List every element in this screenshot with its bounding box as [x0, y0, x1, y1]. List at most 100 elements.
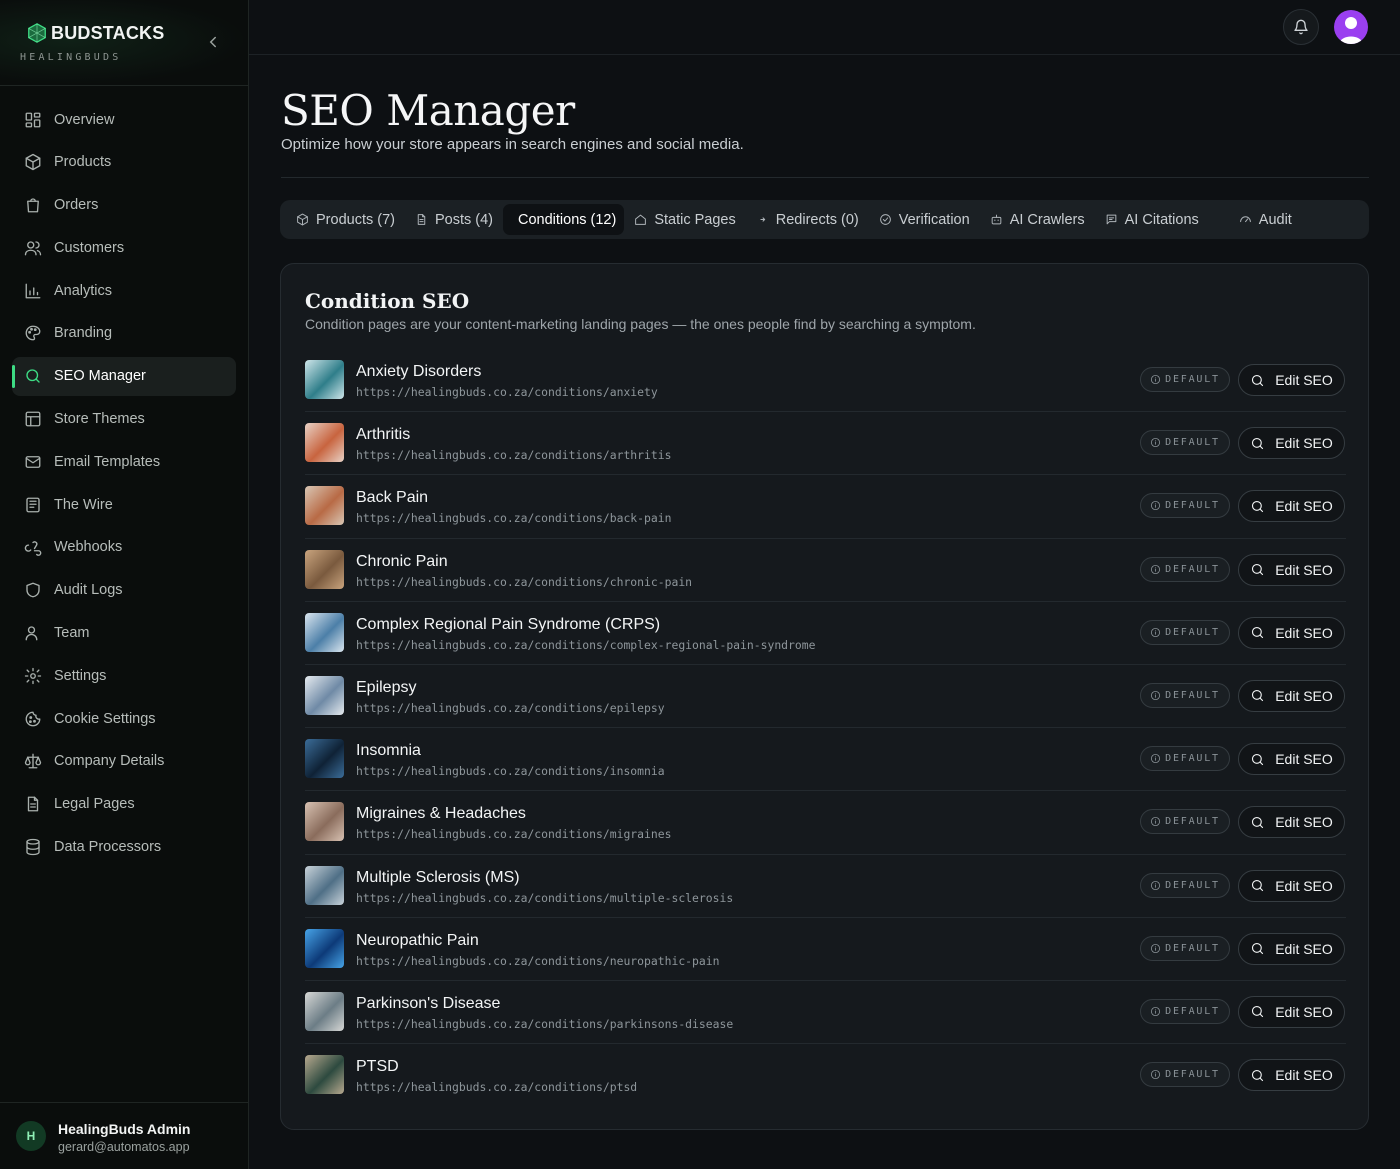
sidebar-item-the-wire[interactable]: The Wire	[12, 485, 236, 524]
sidebar-nav: Overview Products Orders Customers Analytics…	[12, 100, 236, 870]
sidebar-item-legal-pages[interactable]: Legal Pages	[12, 785, 236, 824]
search-icon	[1252, 753, 1264, 765]
newspaper-icon	[26, 497, 40, 513]
default-badge: DEFAULT	[1140, 619, 1230, 645]
info-icon	[1151, 880, 1161, 890]
edit-seo-button[interactable]: Edit SEO	[1238, 869, 1345, 902]
badge-label: DEFAULT	[1165, 626, 1220, 638]
tab-ai-citations[interactable]: AI Citations	[1095, 204, 1209, 235]
brand-name: BUDSTACKS	[51, 22, 165, 43]
edit-seo-label: Edit SEO	[1275, 435, 1333, 452]
edit-seo-button[interactable]: Edit SEO	[1238, 932, 1345, 965]
sidebar-item-seo-manager[interactable]: SEO Manager	[12, 356, 236, 396]
user-avatar-icon	[1339, 17, 1363, 44]
badge-label: DEFAULT	[1165, 374, 1220, 385]
bar-chart-icon	[25, 283, 41, 299]
sidebar: BUDSTACKS HEALINGBUDS Overview Products Or…	[0, 0, 249, 1169]
condition-title: Chronic Pain	[356, 552, 448, 570]
condition-thumbnail	[305, 991, 344, 1031]
condition-url: https://healingbuds.co.za/conditions/epi…	[356, 700, 665, 715]
sidebar-item-products[interactable]: Products	[12, 143, 236, 182]
sidebar-item-label: Team	[54, 625, 90, 642]
default-badge: DEFAULT	[1140, 556, 1230, 582]
search-icon	[1252, 1006, 1264, 1018]
sidebar-item-label: Orders	[54, 197, 99, 214]
tab-conditions[interactable]: Conditions (12)	[503, 204, 625, 235]
search-icon	[1252, 816, 1264, 828]
sidebar-item-audit-logs[interactable]: Audit Logs	[12, 571, 236, 610]
edit-seo-button[interactable]: Edit SEO	[1238, 364, 1345, 396]
condition-row: Parkinson's Disease https://healingbuds.c…	[305, 981, 1346, 1045]
edit-seo-button[interactable]: Edit SEO	[1238, 553, 1345, 586]
edit-seo-label: Edit SEO	[1275, 624, 1333, 641]
sidebar-item-customers[interactable]: Customers	[12, 228, 236, 267]
info-icon	[1151, 754, 1161, 764]
condition-url: https://healingbuds.co.za/conditions/ins…	[356, 764, 665, 779]
search-icon	[26, 369, 40, 383]
edit-seo-button[interactable]: Edit SEO	[1238, 616, 1345, 649]
sidebar-item-company-details[interactable]: Company Details	[12, 742, 236, 781]
edit-seo-button[interactable]: Edit SEO	[1238, 995, 1345, 1028]
condition-title: Parkinson's Disease	[356, 994, 501, 1012]
sidebar-item-label: Customers	[54, 239, 125, 256]
tab-label: AI Crawlers	[1009, 211, 1085, 228]
condition-thumbnail	[305, 802, 344, 842]
search-icon	[1252, 437, 1264, 449]
default-badge: DEFAULT	[1140, 1062, 1230, 1088]
layout-icon	[25, 411, 41, 427]
edit-seo-button[interactable]: Edit SEO	[1238, 806, 1345, 839]
user-icon	[25, 626, 38, 641]
box-icon	[297, 213, 308, 226]
sidebar-item-data-processors[interactable]: Data Processors	[12, 828, 236, 867]
shield-icon	[26, 582, 40, 598]
edit-seo-button[interactable]: Edit SEO	[1238, 679, 1345, 712]
brand-logo[interactable]: BUDSTACKS	[26, 22, 164, 44]
tab-verification[interactable]: Verification	[869, 204, 980, 235]
user-profile[interactable]: H HealingBuds Admin gerard@automatos.app	[0, 1102, 248, 1169]
sidebar-item-label: Branding	[54, 325, 113, 342]
sidebar-item-analytics[interactable]: Analytics	[12, 271, 236, 310]
grid-icon	[25, 112, 41, 127]
sidebar-item-email-templates[interactable]: Email Templates	[12, 442, 236, 481]
sidebar-item-orders[interactable]: Orders	[12, 186, 236, 225]
sidebar-item-overview[interactable]: Overview	[12, 100, 236, 139]
condition-title: PTSD	[356, 1058, 399, 1076]
tab-label: Verification	[898, 211, 970, 228]
condition-url: https://healingbuds.co.za/conditions/com…	[356, 637, 816, 652]
mail-icon	[25, 455, 41, 468]
condition-thumbnail	[305, 739, 344, 779]
tab-ai-crawlers[interactable]: AI Crawlers	[980, 204, 1095, 235]
sidebar-item-team[interactable]: Team	[12, 614, 236, 653]
user-avatar-button[interactable]	[1334, 10, 1368, 44]
sidebar-item-settings[interactable]: Settings	[12, 656, 236, 695]
sidebar-item-store-themes[interactable]: Store Themes	[12, 400, 236, 439]
chevron-left-icon[interactable]	[204, 33, 222, 51]
badge-label: DEFAULT	[1165, 753, 1220, 765]
tab-redirects[interactable]: Redirects (0)	[746, 204, 869, 235]
edit-seo-button[interactable]: Edit SEO	[1238, 427, 1345, 460]
badge-label: DEFAULT	[1165, 689, 1220, 701]
shopping-bag-icon	[27, 198, 39, 213]
tab-label: AI Citations	[1124, 211, 1199, 228]
condition-row: Epilepsy https://healingbuds.co.za/condit…	[305, 665, 1346, 729]
badge-label: DEFAULT	[1165, 816, 1220, 828]
notifications-button[interactable]	[1283, 9, 1319, 45]
search-icon	[1252, 374, 1264, 386]
edit-seo-button[interactable]: Edit SEO	[1238, 490, 1345, 523]
sidebar-item-label: Cookie Settings	[54, 710, 156, 727]
edit-seo-button[interactable]: Edit SEO	[1238, 1059, 1345, 1092]
sidebar-item-cookie-settings[interactable]: Cookie Settings	[12, 699, 236, 738]
tab-posts[interactable]: Posts (4)	[405, 204, 503, 235]
tab-products[interactable]: Products (7)	[286, 204, 405, 235]
badge-label: DEFAULT	[1165, 500, 1220, 512]
avatar: H	[16, 1121, 46, 1151]
edit-seo-button[interactable]: Edit SEO	[1238, 743, 1345, 776]
tab-audit[interactable]: Audit	[1229, 204, 1302, 235]
condition-seo-card: Condition SEO Condition pages are your c…	[280, 263, 1369, 1130]
sidebar-item-webhooks[interactable]: Webhooks	[12, 528, 236, 567]
condition-title: Migraines & Headaches	[356, 805, 526, 823]
tab-static-pages[interactable]: Static Pages	[624, 204, 745, 235]
page-subtitle: Optimize how your store appears in searc…	[281, 136, 744, 153]
sidebar-item-branding[interactable]: Branding	[12, 314, 236, 353]
search-icon	[1252, 1069, 1264, 1081]
